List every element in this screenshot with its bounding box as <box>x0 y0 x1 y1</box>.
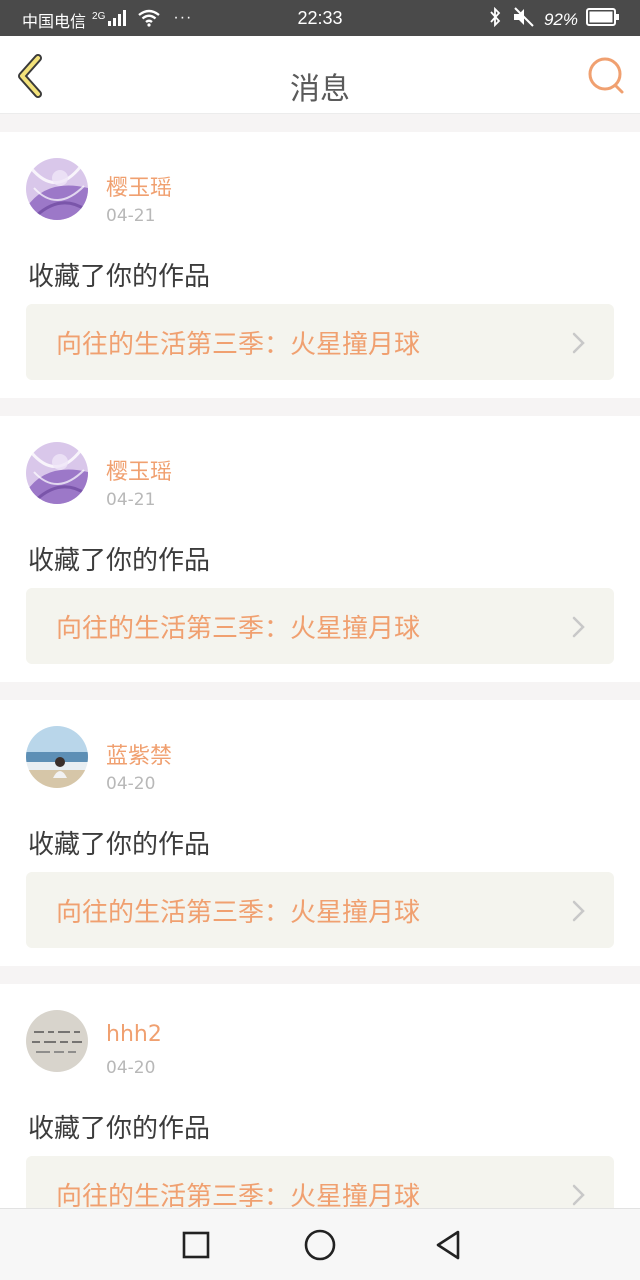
chevron-right-icon <box>572 1184 585 1206</box>
action-text: 收藏了你的作品 <box>28 546 211 576</box>
bluetooth-vibrate-icon <box>488 6 502 32</box>
work-title: 向往的生活第三季：火星撞月球 <box>56 330 421 360</box>
page-title: 消息 <box>290 72 350 107</box>
message-card: 樱玉瑶 04-21 收藏了你的作品 向往的生活第三季：火星撞月球 <box>0 132 640 398</box>
purple-lace-avatar-icon <box>26 442 88 504</box>
message-date: 04-21 <box>106 490 156 510</box>
triangle-back-icon <box>436 1230 460 1260</box>
battery-icon <box>586 8 620 31</box>
chevron-right-icon <box>572 332 585 354</box>
action-text: 收藏了你的作品 <box>28 830 211 860</box>
top-app-bar: 消息 <box>0 36 640 114</box>
avatar[interactable] <box>26 158 88 220</box>
message-card: 蓝紫禁 04-20 收藏了你的作品 向往的生活第三季：火星撞月球 <box>0 700 640 966</box>
message-list[interactable]: 樱玉瑶 04-21 收藏了你的作品 向往的生活第三季：火星撞月球 樱玉瑶 04-… <box>0 114 640 1208</box>
action-text: 收藏了你的作品 <box>28 262 211 292</box>
status-bar: 中国电信 2G ··· 22:33 92% <box>0 0 640 36</box>
username[interactable]: 樱玉瑶 <box>106 170 172 202</box>
status-right: 92% <box>488 6 620 32</box>
message-date: 04-20 <box>106 1058 156 1078</box>
chevron-right-icon <box>572 616 585 638</box>
work-title: 向往的生活第三季：火星撞月球 <box>56 898 421 928</box>
work-link[interactable]: 向往的生活第三季：火星撞月球 <box>26 304 614 380</box>
message-card: hhh2 04-20 收藏了你的作品 向往的生活第三季：火星撞月球 <box>0 984 640 1208</box>
beach-avatar-icon <box>26 726 88 788</box>
message-date: 04-21 <box>106 206 156 226</box>
message-card: 樱玉瑶 04-21 收藏了你的作品 向往的生活第三季：火星撞月球 <box>0 416 640 682</box>
avatar[interactable] <box>26 442 88 504</box>
work-title: 向往的生活第三季：火星撞月球 <box>56 1182 421 1208</box>
username[interactable]: 樱玉瑶 <box>106 454 172 486</box>
work-link[interactable]: 向往的生活第三季：火星撞月球 <box>26 588 614 664</box>
purple-lace-avatar-icon <box>26 158 88 220</box>
circle-icon <box>304 1229 336 1261</box>
message-date: 04-20 <box>106 774 156 794</box>
search-icon <box>588 57 624 94</box>
username[interactable]: 蓝紫禁 <box>106 738 172 770</box>
square-icon <box>182 1231 210 1259</box>
work-link[interactable]: 向往的生活第三季：火星撞月球 <box>26 872 614 948</box>
avatar[interactable] <box>26 1010 88 1072</box>
recents-button[interactable] <box>178 1227 214 1263</box>
home-button[interactable] <box>302 1227 338 1263</box>
work-title: 向往的生活第三季：火星撞月球 <box>56 614 421 644</box>
work-link[interactable]: 向往的生活第三季：火星撞月球 <box>26 1156 614 1208</box>
avatar[interactable] <box>26 726 88 788</box>
handwriting-avatar-icon <box>26 1010 88 1072</box>
search-button[interactable] <box>586 56 626 96</box>
system-nav-bar <box>0 1208 640 1280</box>
action-text: 收藏了你的作品 <box>28 1114 211 1144</box>
username[interactable]: hhh2 <box>106 1022 162 1047</box>
battery-percent: 92% <box>543 9 578 29</box>
chevron-right-icon <box>572 900 585 922</box>
nav-back-button[interactable] <box>430 1227 466 1263</box>
mute-icon <box>512 7 536 32</box>
